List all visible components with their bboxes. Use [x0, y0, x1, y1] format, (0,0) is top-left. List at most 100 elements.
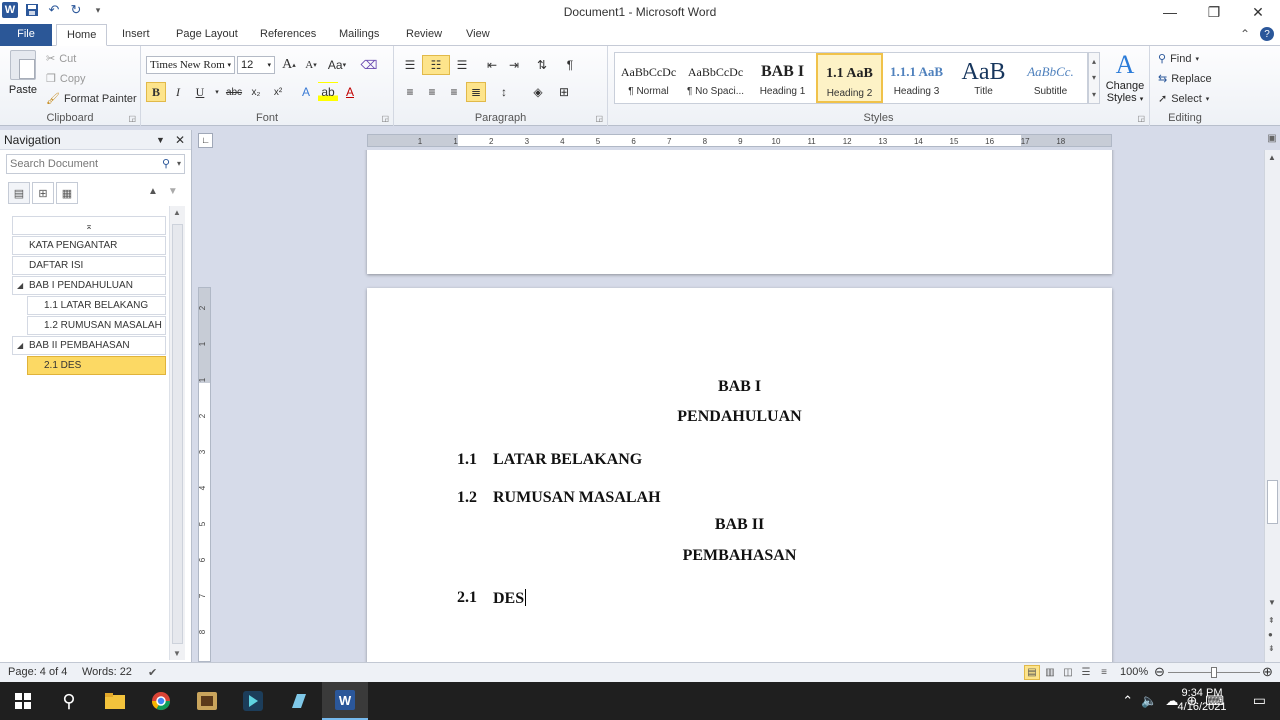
nav-heading-1-2[interactable]: 1.2 RUMUSAN MASALAH [27, 316, 166, 335]
close-pane-icon[interactable]: ✕ [175, 130, 185, 150]
heading-pendahuluan[interactable]: PENDAHULUAN [367, 408, 1112, 426]
windows-start-icon[interactable] [0, 682, 46, 720]
select-button[interactable]: ➚ Select ▾ [1158, 92, 1209, 106]
full-screen-reading-icon[interactable]: ▥ [1042, 665, 1058, 680]
style-gallery-scroll[interactable]: ▴ ▾ ▾ [1088, 52, 1100, 104]
horizontal-ruler[interactable]: 1 1 2 3 4 5 6 7 8 9 10 11 12 13 14 15 16 17 18 [367, 134, 1112, 147]
expand-triangle-icon[interactable]: ◢ [17, 277, 23, 294]
redo-icon[interactable]: ↻ [68, 2, 84, 18]
ruler-toggle-icon[interactable]: ▣ [1264, 133, 1280, 149]
show-hidden-icons-icon[interactable]: ⌃ [1122, 693, 1133, 709]
sort-button[interactable]: ⇅ [532, 55, 552, 75]
zoom-in-icon[interactable]: ⊕ [1262, 664, 1273, 680]
scroll-down-icon[interactable]: ▼ [1268, 598, 1276, 607]
cut-button[interactable]: ✂ Cut [46, 52, 76, 66]
line-spacing-button[interactable]: ↕ [494, 82, 514, 102]
page-indicator[interactable]: Page: 4 of 4 [8, 666, 67, 678]
print-layout-icon[interactable]: ▤ [1024, 665, 1040, 680]
word-logo-icon[interactable]: W [2, 2, 18, 18]
word-count[interactable]: Words: 22 [82, 666, 132, 678]
style-heading-3[interactable]: 1.1.1 AaB Heading 3 [883, 53, 950, 103]
document-scrollbar[interactable]: ▲ ▼ ⇞ ● ⇟ [1264, 150, 1280, 662]
clear-formatting-button[interactable]: ⌫ [359, 55, 379, 75]
zoom-out-icon[interactable]: ⊖ [1154, 664, 1165, 680]
expand-triangle-icon[interactable]: ◢ [17, 337, 23, 354]
paste-button[interactable]: Paste [6, 50, 40, 96]
outline-icon[interactable]: ☰ [1078, 665, 1094, 680]
tab-view[interactable]: View [456, 24, 500, 46]
browse-headings-icon[interactable]: ▤ [8, 182, 30, 204]
decrease-indent-button[interactable]: ⇤ [482, 55, 502, 75]
customize-qat-icon[interactable]: ▾ [90, 2, 106, 18]
nav-heading-bab-1[interactable]: ◢ BAB I PENDAHULUAN [12, 276, 166, 295]
chrome-icon[interactable] [138, 682, 184, 720]
highlight-button[interactable]: ab [318, 82, 338, 102]
strikethrough-button[interactable]: abc [224, 82, 244, 102]
collapse-all-icon[interactable]: ⌅ [12, 216, 166, 235]
next-heading-icon[interactable]: ▼ [168, 186, 178, 197]
italic-button[interactable]: I [168, 82, 188, 102]
web-layout-icon[interactable]: ◫ [1060, 665, 1076, 680]
video-editor-icon[interactable] [230, 682, 276, 720]
notes-app-icon[interactable] [276, 682, 322, 720]
section-1-1-title[interactable]: LATAR BELAKANG [493, 451, 642, 469]
page-current[interactable]: BAB I PENDAHULUAN 1.1 LATAR BELAKANG 1.2… [367, 288, 1112, 662]
chevron-up-icon[interactable]: ▴ [1092, 57, 1096, 66]
multilevel-list-button[interactable]: ☰ [452, 55, 472, 75]
underline-dropdown-icon[interactable]: ▾ [212, 82, 222, 102]
align-left-button[interactable]: ≡ [400, 82, 420, 102]
text-effects-button[interactable]: A [296, 82, 316, 102]
style-heading-2[interactable]: 1.1 AaB Heading 2 [816, 53, 883, 103]
scroll-thumb[interactable] [172, 224, 183, 644]
zoom-level[interactable]: 100% [1120, 666, 1148, 678]
subscript-button[interactable]: x₂ [246, 82, 266, 102]
nav-heading-2-1[interactable]: 2.1 DES [27, 356, 166, 375]
nav-heading-bab-2[interactable]: ◢ BAB II PEMBAHASAN [12, 336, 166, 355]
vertical-ruler[interactable]: 2 1 1 2 3 4 5 6 7 8 [198, 287, 211, 662]
font-size-select[interactable]: 12 ▾ [237, 56, 275, 74]
replace-button[interactable]: ⇆ Replace [1158, 72, 1212, 86]
draft-icon[interactable]: ≡ [1096, 665, 1112, 680]
font-launcher-icon[interactable]: ◲ [381, 114, 389, 123]
paragraph-launcher-icon[interactable]: ◲ [595, 114, 603, 123]
style-title[interactable]: AaB Title [950, 53, 1017, 103]
tab-mailings[interactable]: Mailings [329, 24, 389, 46]
tab-home[interactable]: Home [56, 24, 108, 46]
nav-heading-kata-pengantar[interactable]: KATA PENGANTAR [12, 236, 166, 255]
search-icon[interactable]: ⚲ [46, 682, 92, 720]
borders-button[interactable]: ⊞ [554, 82, 574, 102]
more-styles-icon[interactable]: ▾ [1092, 90, 1096, 99]
browse-object-icon[interactable]: ● [1268, 630, 1273, 639]
style-subtitle[interactable]: AaBbCc. Subtitle [1017, 53, 1084, 103]
section-1-2-title[interactable]: RUMUSAN MASALAH [493, 489, 661, 507]
restore-button[interactable]: ❐ [1192, 0, 1236, 24]
notifications-icon[interactable]: ▭ [1253, 692, 1266, 709]
change-case-button[interactable]: Aa ▾ [323, 55, 351, 75]
tab-selector-icon[interactable]: ∟ [198, 133, 213, 148]
section-1-2-number[interactable]: 1.2 [457, 489, 477, 507]
system-clock[interactable]: 9:34 PM 4/16/2021 [1174, 686, 1230, 714]
proofing-icon[interactable]: ✔ [148, 666, 157, 679]
save-icon[interactable] [24, 2, 40, 18]
scroll-up-icon[interactable]: ▲ [1268, 153, 1276, 162]
previous-page-icon[interactable]: ⇞ [1268, 616, 1275, 625]
browse-pages-icon[interactable]: ⊞ [32, 182, 54, 204]
chevron-down-icon[interactable]: ▾ [177, 155, 181, 173]
heading-bab-1[interactable]: BAB I [367, 378, 1112, 396]
align-right-button[interactable]: ≡ [444, 82, 464, 102]
copy-button[interactable]: ❐ Copy [46, 72, 86, 86]
search-icon[interactable]: ⚲ [162, 155, 170, 173]
scroll-down-icon[interactable]: ▼ [173, 649, 181, 658]
zoom-slider-thumb[interactable] [1211, 667, 1217, 678]
superscript-button[interactable]: x² [268, 82, 288, 102]
heading-pembahasan[interactable]: PEMBAHASAN [367, 547, 1112, 565]
change-styles-button[interactable]: A Change Styles ▾ [1104, 50, 1146, 106]
bullets-button[interactable]: ☰ [400, 55, 420, 75]
shading-button[interactable]: ◈ [528, 82, 548, 102]
search-document-input[interactable]: Search Document ⚲ ▾ [6, 154, 185, 174]
style-no-spacing[interactable]: AaBbCcDc ¶ No Spaci... [682, 53, 749, 103]
tab-page-layout[interactable]: Page Layout [166, 24, 248, 46]
app-icon[interactable] [184, 682, 230, 720]
nav-heading-daftar-isi[interactable]: DAFTAR ISI [12, 256, 166, 275]
file-explorer-icon[interactable] [92, 682, 138, 720]
